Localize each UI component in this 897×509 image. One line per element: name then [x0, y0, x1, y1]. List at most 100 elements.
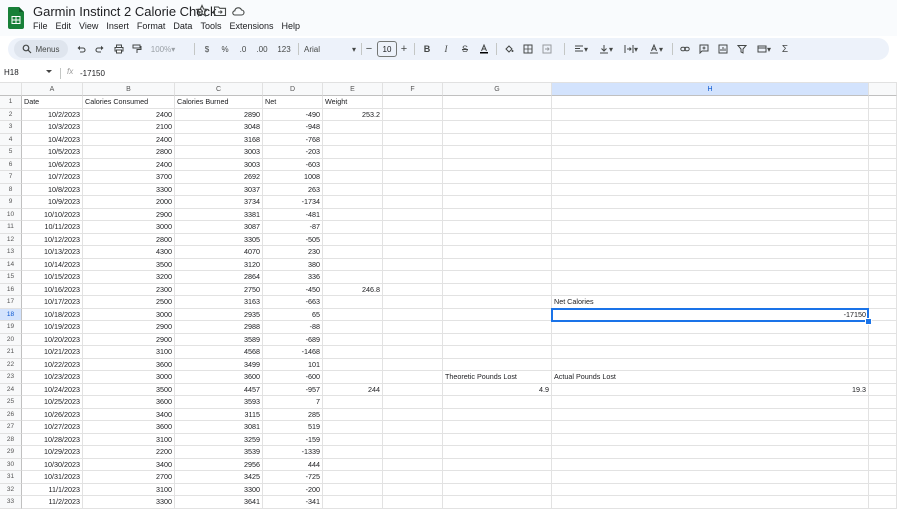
- cell-g30[interactable]: [443, 458, 552, 471]
- row-header[interactable]: 28: [0, 433, 22, 446]
- cell-extra[interactable]: [869, 183, 897, 196]
- cell-b32[interactable]: 3100: [83, 483, 175, 496]
- cell-b8[interactable]: 3300: [83, 183, 175, 196]
- cell-extra[interactable]: [869, 458, 897, 471]
- cell-a12[interactable]: 10/12/2023: [22, 233, 83, 246]
- cell-g25[interactable]: [443, 396, 552, 409]
- cell-b10[interactable]: 2900: [83, 208, 175, 221]
- cell-a2[interactable]: 10/2/2023: [22, 108, 83, 121]
- cell-h5[interactable]: [552, 146, 869, 159]
- cell-f22[interactable]: [383, 358, 443, 371]
- cell-h1[interactable]: [552, 96, 869, 109]
- row-header[interactable]: 32: [0, 483, 22, 496]
- cell-e32[interactable]: [323, 483, 383, 496]
- cell-e7[interactable]: [323, 171, 383, 184]
- cell-e1[interactable]: Weight: [323, 96, 383, 109]
- cell-extra[interactable]: [869, 333, 897, 346]
- cell-d33[interactable]: -341: [263, 496, 323, 509]
- cell-a15[interactable]: 10/15/2023: [22, 271, 83, 284]
- cell-extra[interactable]: [869, 271, 897, 284]
- cell-c17[interactable]: 3163: [175, 296, 263, 309]
- cell-b29[interactable]: 2200: [83, 446, 175, 459]
- zoom-select[interactable]: 100% ▾: [149, 38, 177, 60]
- cell-h29[interactable]: [552, 446, 869, 459]
- cell-g20[interactable]: [443, 333, 552, 346]
- cell-e19[interactable]: [323, 321, 383, 334]
- font-family-select[interactable]: Arial ▾: [304, 38, 356, 60]
- cell-f9[interactable]: [383, 196, 443, 209]
- cell-f10[interactable]: [383, 208, 443, 221]
- cell-e33[interactable]: [323, 496, 383, 509]
- cell-e29[interactable]: [323, 446, 383, 459]
- cell-h16[interactable]: [552, 283, 869, 296]
- cell-c14[interactable]: 3120: [175, 258, 263, 271]
- cell-b18[interactable]: 3000: [83, 308, 175, 321]
- cell-a18[interactable]: 10/18/2023: [22, 308, 83, 321]
- font-size-input[interactable]: 10: [377, 41, 397, 57]
- row-header[interactable]: 30: [0, 458, 22, 471]
- cell-f20[interactable]: [383, 333, 443, 346]
- cell-f4[interactable]: [383, 133, 443, 146]
- cell-c5[interactable]: 3003: [175, 146, 263, 159]
- row-header[interactable]: 29: [0, 446, 22, 459]
- cell-b11[interactable]: 3000: [83, 221, 175, 234]
- cell-c24[interactable]: 4457: [175, 383, 263, 396]
- cell-f29[interactable]: [383, 446, 443, 459]
- cell-d27[interactable]: 519: [263, 421, 323, 434]
- cell-extra[interactable]: [869, 146, 897, 159]
- row-header[interactable]: 18: [0, 308, 22, 321]
- cell-extra[interactable]: [869, 471, 897, 484]
- cell-d13[interactable]: 230: [263, 246, 323, 259]
- cell-e5[interactable]: [323, 146, 383, 159]
- cell-a9[interactable]: 10/9/2023: [22, 196, 83, 209]
- cell-d17[interactable]: -663: [263, 296, 323, 309]
- column-header-f[interactable]: F: [383, 83, 443, 96]
- percent-format-button[interactable]: %: [219, 38, 231, 60]
- cell-h17[interactable]: Net Calories: [552, 296, 869, 309]
- cell-a27[interactable]: 10/27/2023: [22, 421, 83, 434]
- cell-extra[interactable]: [869, 258, 897, 271]
- cell-extra[interactable]: [869, 358, 897, 371]
- column-header-c[interactable]: C: [175, 83, 263, 96]
- cell-a6[interactable]: 10/6/2023: [22, 158, 83, 171]
- row-header[interactable]: 10: [0, 208, 22, 221]
- undo-icon[interactable]: [74, 38, 88, 60]
- cell-b31[interactable]: 2700: [83, 471, 175, 484]
- functions-icon[interactable]: Σ: [779, 38, 791, 60]
- cell-e25[interactable]: [323, 396, 383, 409]
- cell-b27[interactable]: 3600: [83, 421, 175, 434]
- cell-d24[interactable]: -957: [263, 383, 323, 396]
- cell-d22[interactable]: 101: [263, 358, 323, 371]
- cell-extra[interactable]: [869, 396, 897, 409]
- row-header[interactable]: 2: [0, 108, 22, 121]
- cell-h32[interactable]: [552, 483, 869, 496]
- cell-c11[interactable]: 3087: [175, 221, 263, 234]
- cell-h28[interactable]: [552, 433, 869, 446]
- cell-a7[interactable]: 10/7/2023: [22, 171, 83, 184]
- fill-color-icon[interactable]: [502, 38, 516, 60]
- row-header[interactable]: 22: [0, 358, 22, 371]
- cell-h2[interactable]: [552, 108, 869, 121]
- document-title[interactable]: Garmin Instinct 2 Calorie Check: [33, 4, 217, 20]
- cell-extra[interactable]: [869, 196, 897, 209]
- wrap-icon[interactable]: ▾: [621, 38, 641, 60]
- cell-b4[interactable]: 2400: [83, 133, 175, 146]
- cell-h14[interactable]: [552, 258, 869, 271]
- cell-h11[interactable]: [552, 221, 869, 234]
- cell-h25[interactable]: [552, 396, 869, 409]
- menu-file[interactable]: File: [33, 20, 53, 34]
- cell-b5[interactable]: 2800: [83, 146, 175, 159]
- cell-a29[interactable]: 10/29/2023: [22, 446, 83, 459]
- cell-a32[interactable]: 11/1/2023: [22, 483, 83, 496]
- cell-extra[interactable]: [869, 108, 897, 121]
- cell-g33[interactable]: [443, 496, 552, 509]
- cell-extra[interactable]: [869, 296, 897, 309]
- cell-d21[interactable]: -1468: [263, 346, 323, 359]
- cell-f30[interactable]: [383, 458, 443, 471]
- star-icon[interactable]: [195, 4, 209, 18]
- cell-extra[interactable]: [869, 496, 897, 509]
- cell-d18[interactable]: 65: [263, 308, 323, 321]
- column-header-g[interactable]: G: [443, 83, 552, 96]
- cell-extra[interactable]: [869, 133, 897, 146]
- cell-d16[interactable]: -450: [263, 283, 323, 296]
